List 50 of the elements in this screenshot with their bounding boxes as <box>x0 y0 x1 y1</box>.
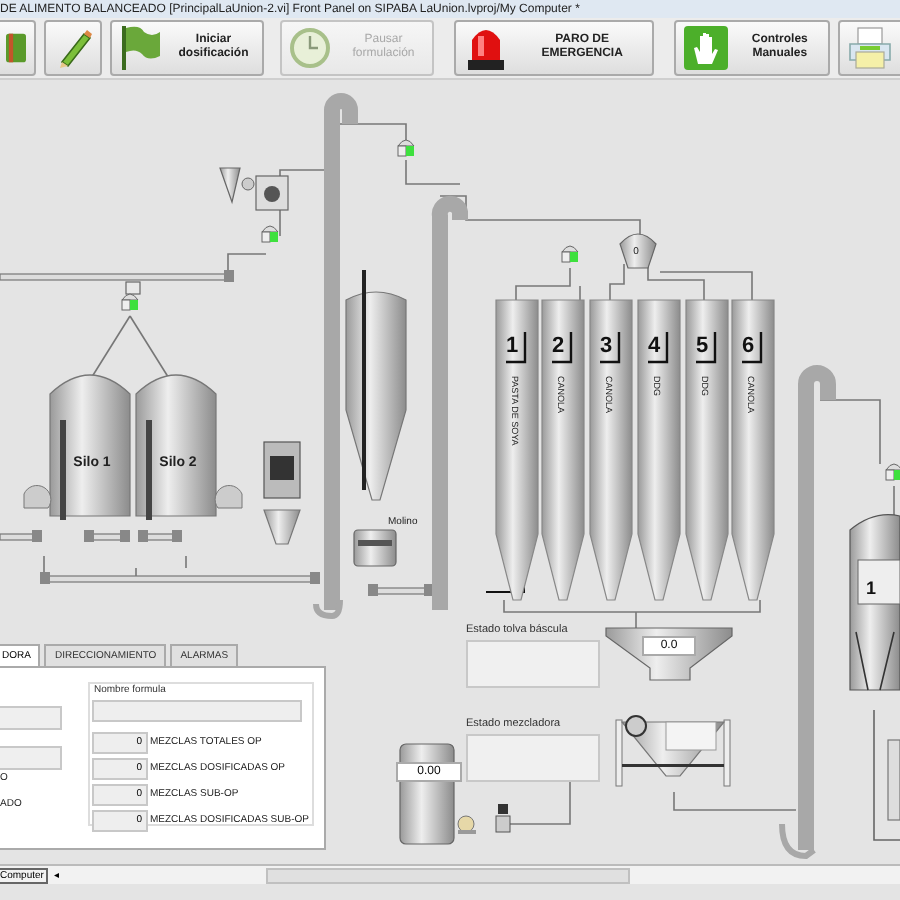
valve <box>495 804 511 833</box>
bin-number: 5 <box>695 334 709 358</box>
pipe <box>515 267 571 301</box>
scale-head <box>619 233 657 269</box>
pipe <box>405 159 461 185</box>
tank-number: 1 <box>866 578 877 598</box>
pipe <box>89 315 131 381</box>
pump <box>457 815 476 834</box>
clock-icon <box>290 28 331 68</box>
bin-number: 3 <box>599 334 613 358</box>
slide-gate <box>125 281 141 295</box>
cyclone-fan-drawing <box>219 167 289 211</box>
text-field[interactable] <box>0 706 62 730</box>
pipe <box>673 791 797 811</box>
flag-icon <box>120 26 161 70</box>
bin-number: 4 <box>647 334 661 358</box>
text-field[interactable] <box>0 746 62 770</box>
bracket-icon <box>506 332 527 364</box>
status-display <box>466 640 600 688</box>
pipe-elbow <box>873 709 900 841</box>
pipe <box>279 169 327 237</box>
conveyor <box>368 584 434 596</box>
pencil-icon <box>55 28 92 68</box>
status-display <box>466 734 600 782</box>
bin-number: 1 <box>505 334 519 358</box>
mill <box>353 529 397 567</box>
pipe <box>819 399 881 465</box>
bracket-icon <box>742 332 763 364</box>
bin-number: 2 <box>551 334 565 358</box>
book-icon <box>6 28 26 68</box>
blower <box>23 485 52 509</box>
pipe <box>609 263 625 301</box>
blower <box>214 485 243 509</box>
mixer-drawing <box>615 715 731 787</box>
formula-name-field[interactable] <box>92 700 302 722</box>
scrollbar[interactable] <box>265 867 630 883</box>
bracket-icon <box>600 332 621 364</box>
hand-icon <box>683 26 728 70</box>
bracket-icon <box>696 332 717 364</box>
edit-button[interactable] <box>44 20 103 76</box>
book-button[interactable] <box>0 20 36 76</box>
beacon-icon <box>464 24 509 72</box>
machine-drawing <box>263 441 301 545</box>
printer-icon <box>848 26 893 70</box>
print-button[interactable] <box>837 20 900 76</box>
bracket-icon <box>648 332 669 364</box>
pipe <box>129 315 171 381</box>
pipe <box>339 123 407 141</box>
bin-number: 6 <box>741 334 755 358</box>
bracket-icon <box>552 332 573 364</box>
